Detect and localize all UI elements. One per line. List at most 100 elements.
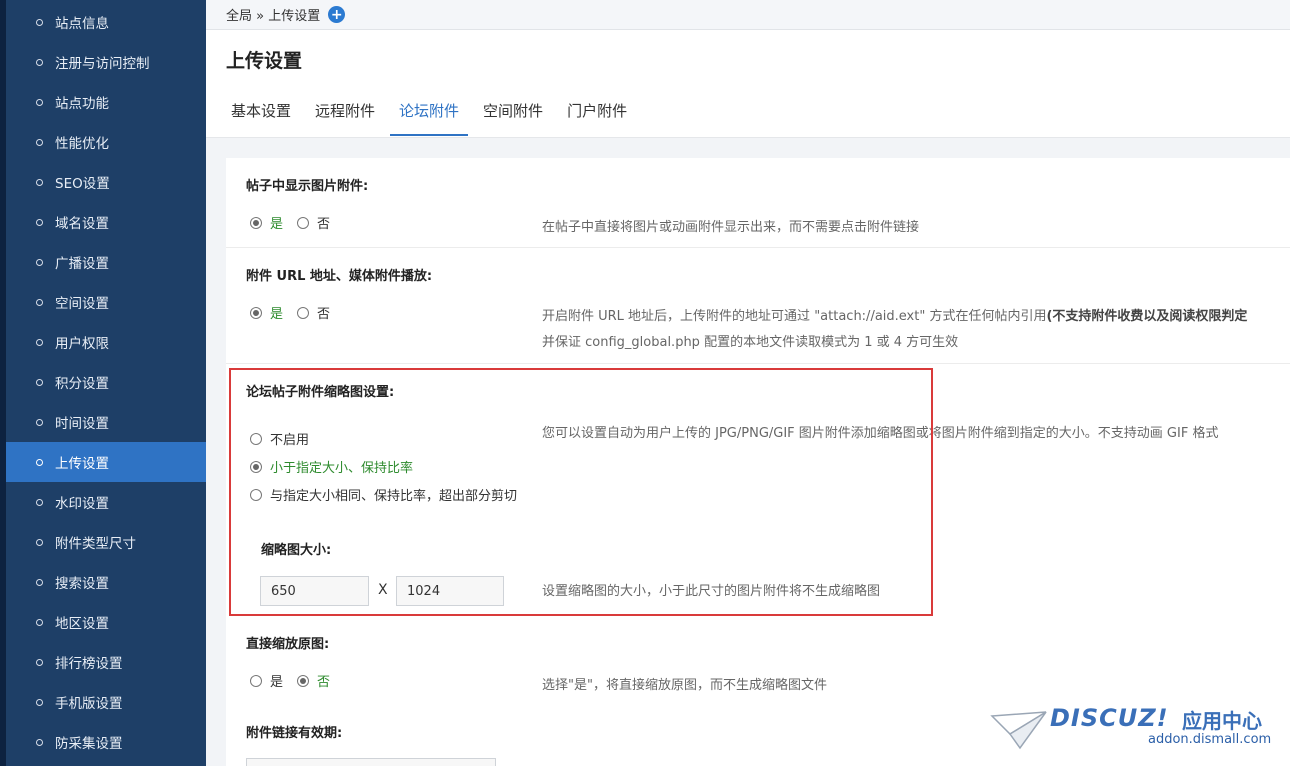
sidebar-item[interactable]: 用户权限 [6,322,206,362]
sidebar-item[interactable]: 上传设置 [6,442,206,482]
show-image-no-radio[interactable] [297,216,310,229]
sidebar-item-label: 附件类型尺寸 [55,536,136,552]
watermark-url: addon.dismall.com [1148,732,1272,747]
sidebar-item[interactable]: 积分设置 [6,362,206,402]
page-title: 上传设置 [226,50,303,72]
sidebar-item[interactable]: 排行榜设置 [6,642,206,682]
divider [226,247,1290,248]
direct-scale-yes-radio[interactable] [250,674,262,687]
sidebar-item[interactable]: 搜索设置 [6,562,206,602]
attach-url-radios: 是 否 [250,303,344,322]
sidebar-item-label: 用户权限 [55,336,109,352]
circle-icon [36,98,43,106]
sidebar-item-label: SEO设置 [55,176,110,192]
sidebar-item[interactable]: 附件类型尺寸 [6,522,206,562]
circle-icon [36,698,43,706]
breadcrumb-text: 全局 » 上传设置 [226,9,321,24]
circle-icon [36,178,43,186]
circle-icon [36,378,43,386]
circle-icon [36,738,43,746]
attach-url-desc: 开启附件 URL 地址后，上传附件的地址可通过 "attach://aid.ex… [542,305,1247,324]
show-image-radios: 是 否 [250,213,344,232]
sidebar-item-label: 积分设置 [55,376,109,392]
sidebar-item[interactable]: 注册与访问控制 [6,42,206,82]
show-image-yes-label[interactable]: 是 [270,213,283,232]
sidebar-item[interactable]: 时间设置 [6,402,206,442]
link-expire-title: 附件链接有效期: [246,726,343,741]
paper-plane-icon [990,711,1047,750]
sidebar-item-label: 上传设置 [55,456,109,472]
show-image-title: 帖子中显示图片附件: [246,179,369,194]
sidebar-item-label: 广播设置 [55,256,109,272]
attach-url-desc-bold: (不支持附件收费以及阅读权限判定 [1046,309,1248,324]
sidebar-item[interactable]: 地区设置 [6,602,206,642]
attach-url-no-radio[interactable] [297,306,310,319]
attach-url-title: 附件 URL 地址、媒体附件播放: [246,269,433,284]
sidebar-item-label: 站点信息 [55,16,109,32]
circle-icon [36,538,43,546]
circle-icon [36,578,43,586]
sidebar-item-label: 注册与访问控制 [55,56,150,72]
breadcrumb: 全局 » 上传设置 + [206,0,1290,30]
sidebar-item[interactable]: 站点信息 [6,2,206,42]
sidebar-item-label: 性能优化 [55,136,109,152]
direct-scale-radios: 是 否 [250,671,344,690]
sidebar-item-label: 站点功能 [55,96,109,112]
sidebar-item[interactable]: 广播设置 [6,242,206,282]
page-header: 上传设置 基本设置 远程附件 论坛附件 空间附件 门户附件 [206,30,1290,138]
sidebar-item[interactable]: 性能优化 [6,122,206,162]
link-expire-input[interactable] [246,758,496,766]
attach-url-desc-2: 并保证 config_global.php 配置的本地文件读取模式为 1 或 4… [542,335,959,350]
sidebar-item[interactable]: 手机版设置 [6,682,206,722]
show-image-yes-radio[interactable] [250,216,262,229]
circle-icon [36,18,43,26]
sidebar: 站点信息注册与访问控制 站点功能性能优化 SEO设置域名设置广播设置空间设置用户权限… [0,0,206,766]
circle-icon [36,338,43,346]
direct-scale-desc: 选择"是"，将直接缩放原图，而不生成缩略图文件 [542,678,827,693]
sidebar-item-label: 域名设置 [55,216,109,232]
circle-icon [36,138,43,146]
direct-scale-yes-label[interactable]: 是 [270,671,283,690]
watermark-cn: 应用中心 [1182,709,1262,733]
highlight-box [229,368,933,616]
circle-icon [36,298,43,306]
sidebar-item-label: 水印设置 [55,496,109,512]
show-image-desc: 在帖子中直接将图片或动画附件显示出来，而不需要点击附件链接 [542,220,920,235]
attach-url-yes-label[interactable]: 是 [270,303,283,322]
tab-item[interactable]: 门户附件 [562,94,632,135]
sidebar-item[interactable]: 域名设置 [6,202,206,242]
tab-item[interactable]: 基本设置 [226,94,296,135]
sidebar-item-label: 排行榜设置 [55,656,123,672]
sidebar-item[interactable]: 水印设置 [6,482,206,522]
tab-item[interactable]: 论坛附件 [390,94,469,136]
circle-icon [36,218,43,226]
circle-icon [36,258,43,266]
attach-url-no-label[interactable]: 否 [317,303,330,322]
circle-icon [36,418,43,426]
attach-url-yes-radio[interactable] [250,306,262,319]
sidebar-item-label: 地区设置 [55,616,109,632]
watermark-logo: DISCUZ! 应用中心 addon.dismall.com [990,700,1280,760]
tab-item[interactable]: 远程附件 [310,94,380,135]
circle-icon [36,458,43,466]
divider [226,363,1290,364]
sidebar-item-label: 搜索设置 [55,576,109,592]
sidebar-item[interactable]: 防采集设置 [6,722,206,762]
add-icon[interactable]: + [328,6,346,23]
sidebar-item[interactable]: 空间设置 [6,282,206,322]
sidebar-item[interactable]: 站点功能 [6,82,206,122]
sidebar-item-label: 时间设置 [55,416,109,432]
circle-icon [36,658,43,666]
sidebar-item-label: 防采集设置 [55,736,123,752]
circle-icon [36,498,43,506]
direct-scale-no-radio[interactable] [297,674,310,687]
show-image-no-label[interactable]: 否 [317,213,330,232]
sidebar-item-label: 手机版设置 [55,696,123,712]
watermark-brand: DISCUZ! [1050,704,1169,732]
tab-bar: 基本设置 远程附件 论坛附件 空间附件 门户附件 [226,94,646,136]
circle-icon [36,618,43,626]
sidebar-item[interactable]: SEO设置 [6,162,206,202]
direct-scale-no-label[interactable]: 否 [317,671,330,690]
sidebar-item-label: 空间设置 [55,296,109,312]
tab-item[interactable]: 空间附件 [478,94,548,135]
